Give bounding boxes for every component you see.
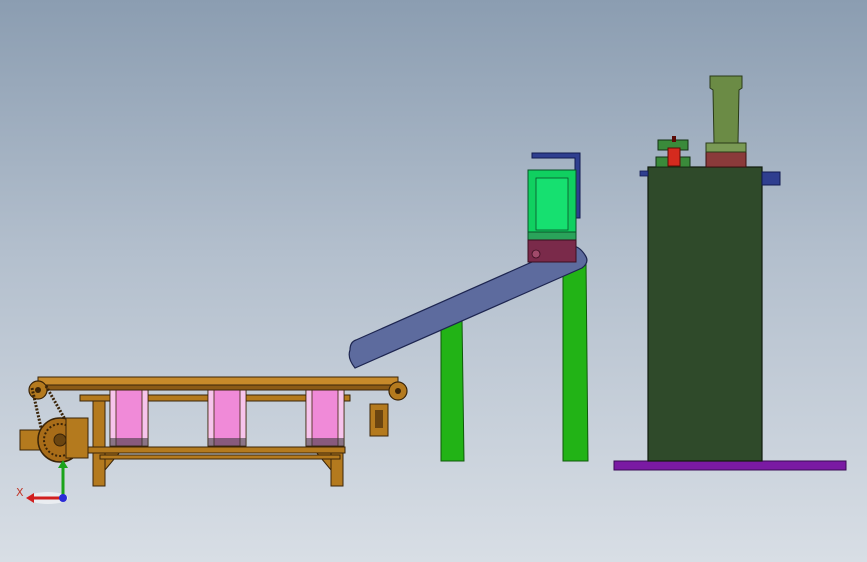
coordinate-triad[interactable]: X <box>16 460 68 504</box>
conveyor-lower-rail-2 <box>99 454 341 460</box>
tower-cabinet <box>647 166 763 462</box>
hopper-band <box>527 231 577 241</box>
collection-bin-1 <box>109 385 149 447</box>
conveyor-belt-underside <box>37 384 399 391</box>
tail-pulley-hub <box>35 387 41 393</box>
cad-model-scene: X <box>16 75 847 504</box>
triad-x-label: X <box>16 486 24 499</box>
cad-viewport[interactable]: X <box>0 0 867 562</box>
triad-x-arrow <box>26 493 34 503</box>
tower-left-fitting <box>639 170 649 177</box>
conveyor-belt-top <box>37 376 399 386</box>
tower-unit <box>613 75 847 471</box>
triad-z-axis <box>59 494 67 502</box>
chute-support-right <box>562 261 589 462</box>
chimney-base <box>705 151 747 168</box>
takeup-slot <box>375 410 383 428</box>
drive-gearbox <box>65 417 89 459</box>
feed-hopper <box>527 152 581 263</box>
hopper-inner <box>535 177 569 231</box>
head-pulley-hub <box>395 388 401 394</box>
valve-stem <box>672 136 676 142</box>
drive-sprocket-hub <box>53 433 67 447</box>
belt-conveyor <box>19 376 408 487</box>
conveyor-leg-left <box>92 397 106 487</box>
chimney <box>709 75 743 144</box>
conveyor-lower-rail <box>84 446 346 454</box>
chute-support-left <box>440 317 465 462</box>
feeder-roller <box>531 249 541 259</box>
tower-base-plate <box>613 460 847 471</box>
valve-body <box>667 147 681 167</box>
collection-bin-2 <box>207 385 247 447</box>
tower-side-port <box>761 171 781 186</box>
chimney-collar <box>705 142 747 153</box>
collection-bin-3 <box>305 385 345 447</box>
inclined-chute <box>348 245 588 369</box>
